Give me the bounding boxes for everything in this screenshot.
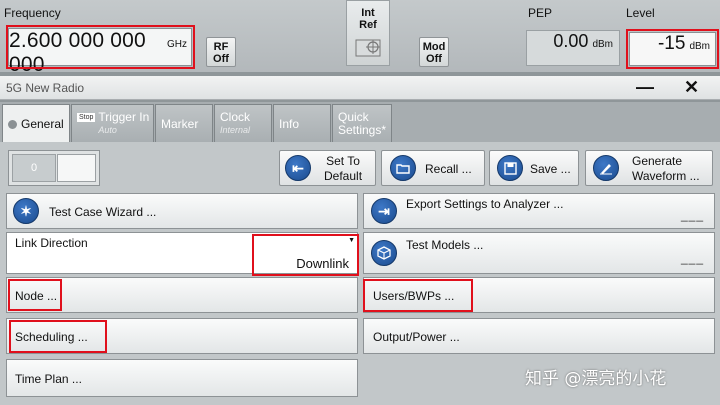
time-plan-button[interactable]: Time Plan ... (6, 359, 358, 397)
pep-display: 0.00 dBm (526, 30, 620, 66)
set-default-line1: Set To (326, 154, 360, 168)
int-ref-indicator[interactable]: Int Ref (346, 0, 390, 66)
test-case-wizard-button[interactable]: ✶ Test Case Wizard ... (6, 193, 358, 229)
pep-value: 0.00 (553, 31, 589, 51)
tab-clock[interactable]: Clock Internal (214, 104, 272, 142)
cube-glyph-icon (377, 246, 391, 260)
save-label: Save ... (530, 162, 571, 176)
export-arrow-icon: ⇥ (371, 198, 397, 224)
frequency-label: Frequency (4, 6, 61, 20)
dialog-title: 5G New Radio (6, 81, 85, 95)
scheduling-highlight (9, 320, 107, 353)
recall-label: Recall ... (425, 162, 472, 176)
cube-icon (371, 240, 397, 266)
frequency-highlight (6, 25, 195, 69)
export-dashes: ___ (680, 208, 704, 222)
tab-quick-label: Quick (338, 109, 369, 124)
watermark-text: 知乎 @漂亮的小花 (525, 369, 667, 389)
level-label: Level (626, 6, 655, 20)
node-highlight (8, 279, 62, 311)
link-direction-highlight (252, 234, 359, 276)
tab-info[interactable]: Info (273, 104, 331, 142)
pep-label: PEP (528, 6, 553, 20)
recall-button[interactable]: Recall ... (381, 150, 485, 186)
users-bwps-highlight (363, 279, 473, 312)
tab-trigger-in[interactable]: Stop Trigger In Auto (71, 104, 154, 142)
generate-line2: Waveform ... (632, 169, 700, 183)
tab-trigger-sub: Auto (98, 124, 117, 135)
link-direction-label: Link Direction (15, 236, 88, 250)
status-bar: Frequency 2.600 000 000 000 GHz RF Off I… (0, 0, 720, 76)
stop-badge: Stop (77, 113, 96, 122)
generate-waveform-button[interactable]: Generate Waveform ... (585, 150, 713, 186)
mod-toggle-button[interactable]: Mod Off (419, 37, 449, 67)
output-power-button[interactable]: Output/Power ... (363, 318, 715, 354)
set-default-arrow-icon: ⇤ (285, 155, 311, 181)
status-dot-icon (8, 119, 17, 129)
floppy-glyph-icon (503, 161, 517, 175)
minimize-button[interactable]: — (636, 77, 654, 98)
save-button[interactable]: Save ... (489, 150, 579, 186)
output-power-label: Output/Power ... (373, 330, 460, 344)
tab-general[interactable]: General (2, 104, 70, 143)
test-case-wizard-label: Test Case Wizard ... (49, 205, 157, 219)
rf-label: RF (213, 41, 229, 53)
close-button[interactable]: ✕ (684, 77, 699, 98)
pen-glyph-icon (600, 164, 612, 175)
rf-state: Off (213, 53, 229, 65)
folder-open-icon (390, 155, 416, 181)
mod-state: Off (426, 53, 442, 65)
tab-quick-label2: Settings* (338, 122, 387, 137)
state-toggle-switch[interactable]: 0 (8, 150, 100, 186)
set-to-default-button[interactable]: ⇤ Set To Default (279, 150, 376, 186)
folder-glyph-icon (396, 164, 410, 174)
export-settings-label: Export Settings to Analyzer ... (406, 197, 564, 211)
reference-icon (355, 39, 381, 57)
toggle-off-segment: 0 (12, 154, 56, 182)
set-default-line2: Default (324, 169, 363, 183)
wizard-star-icon: ✶ (13, 198, 39, 224)
int-ref-line2: Ref (359, 19, 377, 31)
level-highlight (626, 29, 719, 69)
generate-line1: Generate (632, 154, 683, 168)
tab-marker[interactable]: Marker (155, 104, 213, 142)
floppy-disk-icon (497, 155, 523, 181)
pen-waveform-icon (593, 155, 619, 181)
rf-toggle-button[interactable]: RF Off (206, 37, 236, 67)
tab-clock-label: Clock (220, 109, 251, 124)
test-models-button[interactable]: Test Models ... ___ (363, 232, 715, 274)
pep-unit: dBm (592, 39, 613, 50)
toggle-knob (57, 154, 96, 182)
tab-general-label: General (21, 117, 64, 131)
export-settings-button[interactable]: ⇥ Export Settings to Analyzer ... ___ (363, 193, 715, 229)
test-models-dashes: ___ (680, 251, 704, 265)
tab-marker-label: Marker (161, 116, 199, 131)
general-panel: 0 ⇤ Set To Default Recall ... Save ... G… (0, 142, 720, 405)
test-models-label: Test Models ... (406, 238, 484, 252)
tab-bar: General Stop Trigger In Auto Marker Cloc… (0, 102, 720, 143)
tab-clock-sub: Internal (220, 124, 251, 135)
dialog-title-bar: 5G New Radio — ✕ (0, 76, 720, 100)
time-plan-label: Time Plan ... (15, 372, 82, 386)
tab-trigger-label: Trigger In (98, 109, 150, 124)
int-ref-line1: Int (361, 7, 375, 19)
tab-quick-settings[interactable]: Quick Settings* (332, 104, 392, 142)
tab-info-label: Info (279, 116, 300, 131)
mod-label: Mod (422, 41, 446, 53)
